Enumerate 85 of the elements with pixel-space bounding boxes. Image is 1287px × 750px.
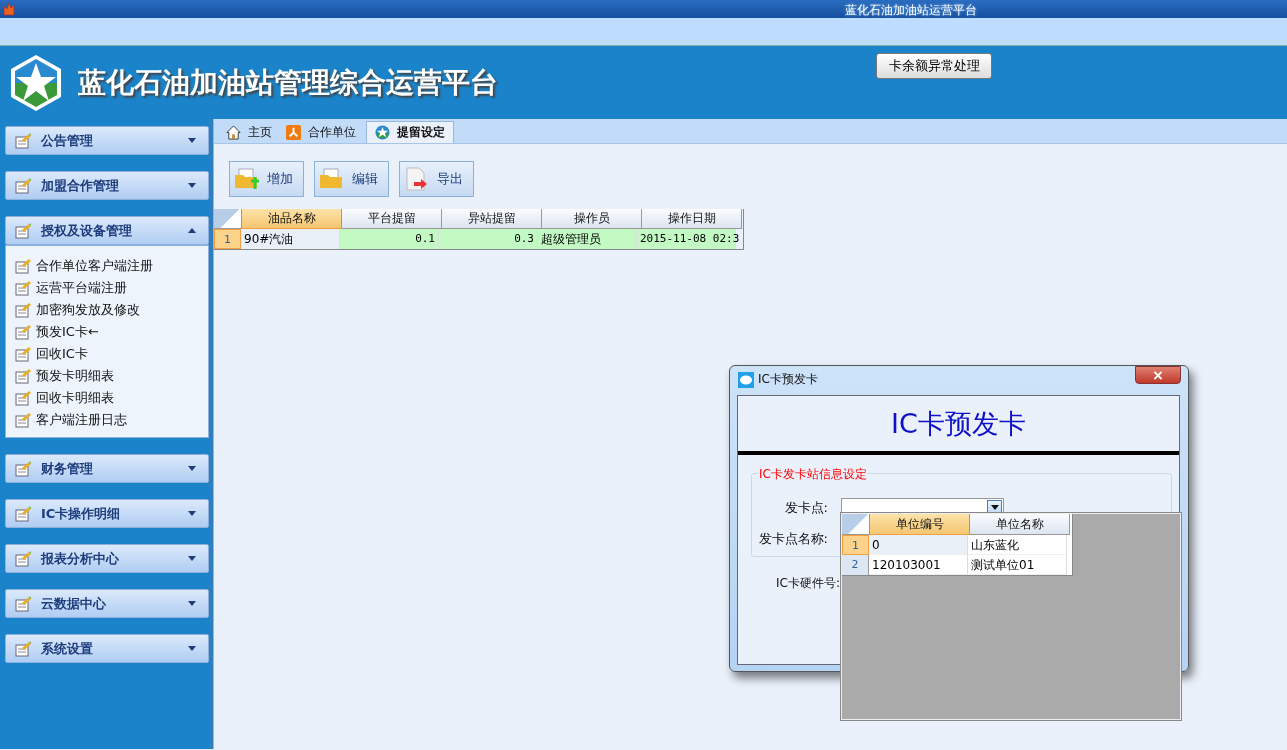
grid-corner <box>214 209 242 229</box>
caret-down-icon <box>990 505 999 510</box>
submenu-item[interactable]: 预发IC卡← <box>15 321 208 343</box>
notepad-icon <box>15 132 31 149</box>
folder-plus-icon <box>234 168 260 190</box>
field-label: 发卡点名称: <box>757 529 828 548</box>
notepad-icon <box>15 346 31 362</box>
table-cell[interactable]: 山东蓝化 <box>968 535 1067 555</box>
column-header[interactable]: 异站提留 <box>442 209 542 229</box>
row-number: 1 <box>842 535 869 555</box>
sidebar-section-header[interactable]: 云数据中心 <box>5 589 209 618</box>
caret-up-icon <box>188 228 196 233</box>
tab[interactable]: 主页 <box>222 122 278 143</box>
caret-down-icon <box>188 466 196 471</box>
table-cell: 超级管理员 <box>538 229 637 249</box>
tab[interactable]: 合作单位 <box>282 122 362 143</box>
notepad-icon <box>15 280 31 296</box>
caret-down-icon <box>188 183 196 188</box>
table-cell: 0.3 <box>439 229 538 249</box>
notepad-icon <box>15 640 31 657</box>
window-title: 蓝化石油加油站运营平台 <box>845 2 977 19</box>
edit-button[interactable]: 编辑 <box>314 161 389 197</box>
notepad-icon <box>15 177 31 194</box>
grid-corner <box>842 514 870 535</box>
caret-down-icon <box>188 556 196 561</box>
table-cell: 0.1 <box>340 229 439 249</box>
column-header[interactable]: 单位编号 <box>870 514 970 535</box>
submenu-item[interactable]: 加密狗发放及修改 <box>15 299 208 321</box>
field-label: IC卡硬件号: <box>775 575 840 592</box>
sidebar-section-header[interactable]: 授权及设备管理 <box>5 216 209 245</box>
notepad-icon <box>15 595 31 612</box>
sidebar-section-header[interactable]: 公告管理 <box>5 126 209 155</box>
sidebar-section-header[interactable]: 报表分析中心 <box>5 544 209 573</box>
notepad-icon <box>15 550 31 567</box>
row-number: 1 <box>214 229 241 249</box>
notepad-icon <box>15 505 31 522</box>
table-cell[interactable]: 测试单位01 <box>968 555 1067 575</box>
notepad-icon <box>15 460 31 477</box>
sidebar-section-header[interactable]: 财务管理 <box>5 454 209 483</box>
column-header[interactable]: 操作日期 <box>642 209 742 229</box>
caret-down-icon <box>188 511 196 516</box>
caret-down-icon <box>188 138 196 143</box>
notepad-icon <box>15 302 31 318</box>
column-header[interactable]: 平台提留 <box>342 209 442 229</box>
folder-icon <box>319 168 345 190</box>
notepad-icon <box>15 222 31 239</box>
notepad-icon <box>15 324 31 340</box>
card-balance-button[interactable]: 卡余额异常处理 <box>876 53 992 79</box>
sidebar-section-header[interactable]: IC卡操作明细 <box>5 499 209 528</box>
row-number: 2 <box>842 555 869 575</box>
caret-down-icon <box>188 646 196 651</box>
close-button[interactable] <box>1135 366 1181 384</box>
close-icon <box>1153 370 1163 380</box>
star-logo-icon <box>375 125 390 140</box>
table-cell[interactable]: 0 <box>869 535 968 555</box>
sidebar-section-header[interactable]: 加盟合作管理 <box>5 171 209 200</box>
caret-down-icon <box>188 601 196 606</box>
submenu-item[interactable]: 客户端注册日志 <box>15 409 208 431</box>
dialog-title: IC卡预发卡 <box>758 371 818 388</box>
export-button[interactable]: 导出 <box>399 161 474 197</box>
field-label: 发卡点: <box>783 498 828 517</box>
house-icon <box>226 125 241 140</box>
hierarchy-icon <box>286 125 301 140</box>
chat-bubble-icon <box>738 371 754 388</box>
tab[interactable]: 提留设定 <box>366 121 454 143</box>
table-cell[interactable]: 120103001 <box>869 555 968 575</box>
column-header[interactable]: 单位名称 <box>970 514 1070 535</box>
notepad-icon <box>15 368 31 384</box>
submenu-item[interactable]: 运营平台端注册 <box>15 277 208 299</box>
column-header[interactable]: 操作员 <box>542 209 642 229</box>
notepad-icon <box>15 390 31 406</box>
submenu-item[interactable]: 预发卡明细表 <box>15 365 208 387</box>
table-cell: 90#汽油 <box>241 229 340 249</box>
submenu-item[interactable]: 回收卡明细表 <box>15 387 208 409</box>
flame-icon <box>2 2 16 16</box>
sidebar-section-header[interactable]: 系统设置 <box>5 634 209 663</box>
app-name: 蓝化石油加油站管理综合运营平台 <box>78 64 498 101</box>
notepad-icon <box>15 412 31 428</box>
dialog-heading: IC卡预发卡 <box>891 406 1026 441</box>
add-button[interactable]: 增加 <box>229 161 304 197</box>
submenu-item[interactable]: 合作单位客户端注册 <box>15 255 208 277</box>
group-title: IC卡发卡站信息设定 <box>758 466 868 483</box>
notepad-icon <box>15 258 31 274</box>
column-header[interactable]: 油品名称 <box>242 209 342 229</box>
submenu-item[interactable]: 回收IC卡 <box>15 343 208 365</box>
